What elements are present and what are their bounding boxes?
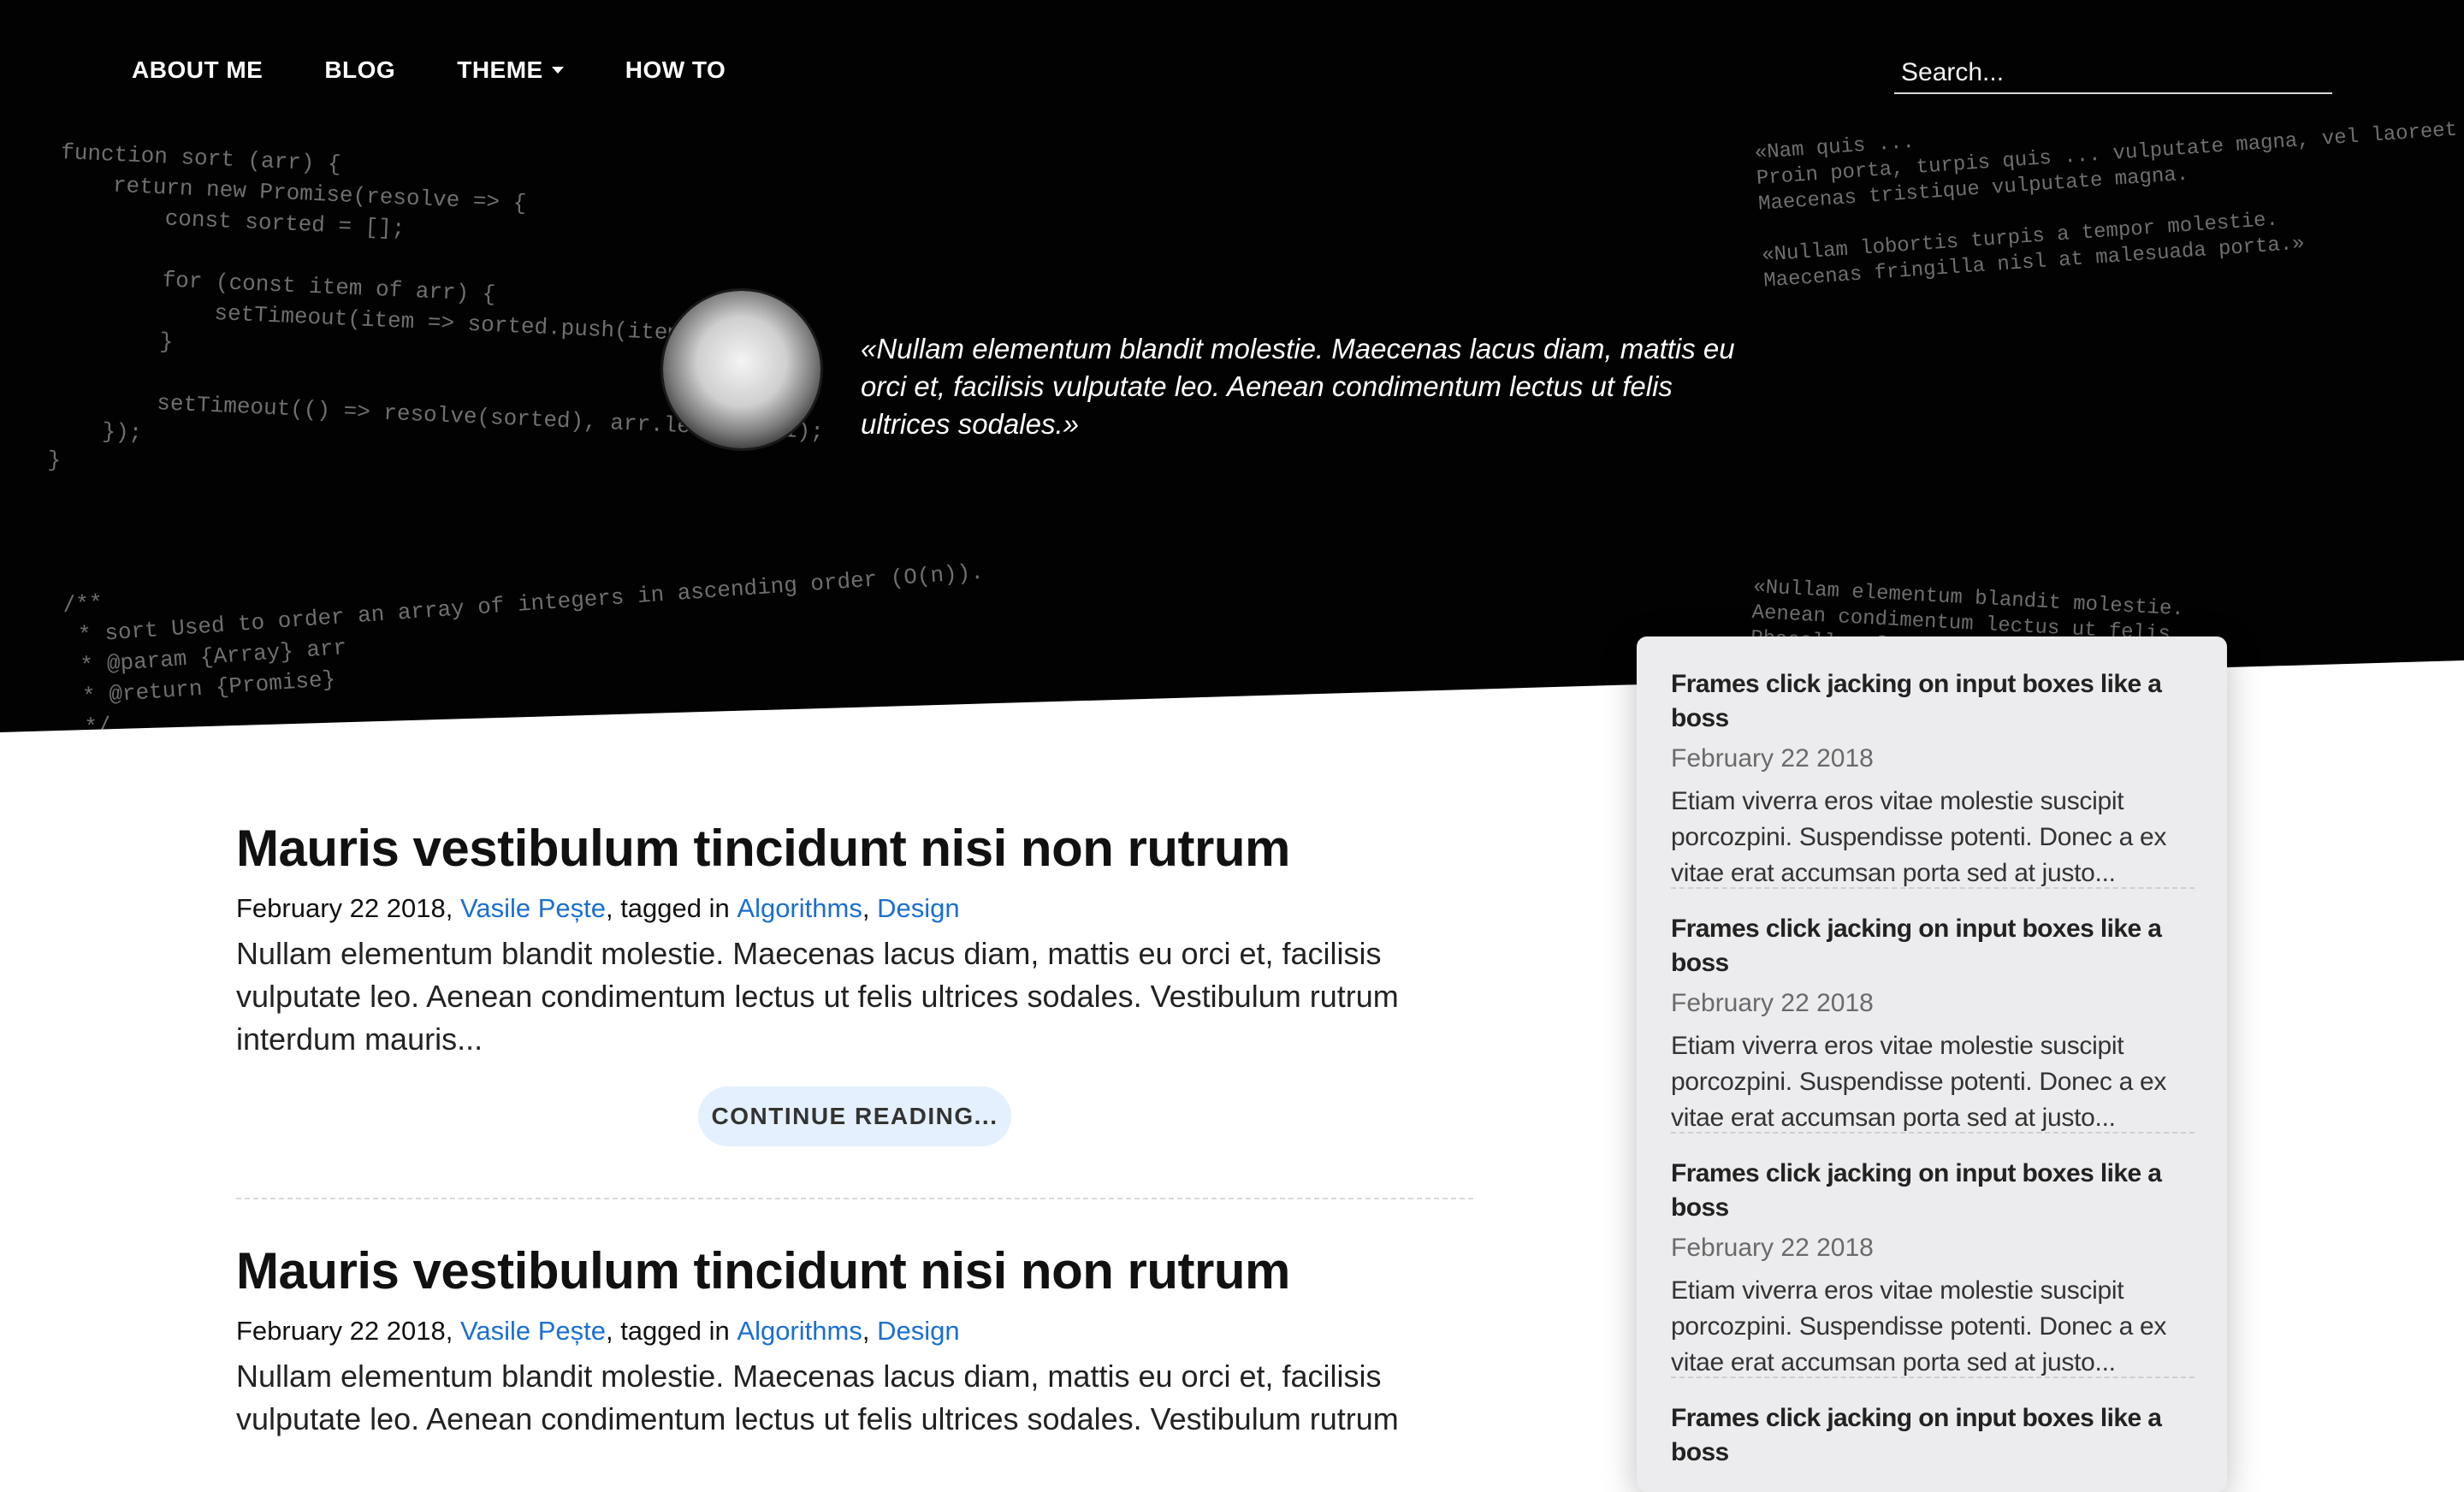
sidebar-post-item[interactable]: Frames click jacking on input boxes like… [1671, 667, 2194, 891]
author-avatar [663, 291, 820, 448]
tag-algorithms-link[interactable]: Algorithms [737, 893, 862, 923]
tag-separator: , [862, 1316, 870, 1346]
sidebar-post-date: February 22 2018 [1671, 744, 1874, 773]
sidebar-post-item[interactable]: Frames click jacking on input boxes like… [1671, 1401, 2194, 1470]
post-date: February 22 2018, [236, 1316, 453, 1346]
post-excerpt: Nullam elementum blandit molestie. Maece… [236, 1359, 1399, 1436]
caret-down-icon [551, 67, 564, 74]
hero-code-comment: /** * sort Used to order an array of int… [62, 559, 985, 742]
hero-typewriter-text: «Nam quis ... Proin porta, turpis quis .… [1754, 118, 2458, 293]
sidebar-post-excerpt: Etiam viverra eros vitae molestie suscip… [1671, 787, 2167, 887]
tag-design-link[interactable]: Design [877, 1316, 960, 1346]
tag-separator: , [862, 893, 870, 923]
post-meta: February 22 2018, Vasile Pește, tagged i… [236, 1314, 1473, 1348]
blog-post: Mauris vestibulum tincidunt nisi non rut… [236, 814, 1473, 1146]
sidebar-divider [1671, 1377, 2194, 1378]
post-tagged-label: , tagged in [605, 1316, 730, 1346]
tag-algorithms-link[interactable]: Algorithms [737, 1316, 862, 1346]
sidebar-post-title[interactable]: Frames click jacking on input boxes like… [1671, 912, 2194, 980]
search-input[interactable] [1894, 53, 2332, 94]
post-date: February 22 2018, [236, 893, 453, 923]
nav-about-me[interactable]: ABOUT ME [132, 56, 263, 84]
sidebar-post-date: February 22 2018 [1671, 989, 1874, 1017]
continue-reading-button[interactable]: CONTINUE READING... [698, 1086, 1011, 1146]
post-meta: February 22 2018, Vasile Pește, tagged i… [236, 891, 1473, 926]
post-title[interactable]: Mauris vestibulum tincidunt nisi non rut… [236, 814, 1473, 883]
sidebar-divider [1671, 887, 2194, 889]
sidebar-post-excerpt: Etiam viverra eros vitae molestie suscip… [1671, 1032, 2167, 1132]
post-author-link[interactable]: Vasile Pește [460, 893, 606, 923]
post-excerpt: Nullam elementum blandit molestie. Maece… [236, 936, 1399, 1057]
nav-theme-label: THEME [457, 56, 543, 83]
hero-banner: function sort (arr) { return new Promise… [0, 0, 2464, 732]
main-nav: ABOUT ME BLOG THEME HOW TO [132, 56, 787, 84]
blog-post: Mauris vestibulum tincidunt nisi non rut… [236, 1237, 1473, 1441]
sidebar-post-title[interactable]: Frames click jacking on input boxes like… [1671, 1401, 2194, 1470]
sidebar-post-title[interactable]: Frames click jacking on input boxes like… [1671, 1157, 2194, 1225]
sidebar-divider [1671, 1132, 2194, 1134]
sidebar-post-date: February 22 2018 [1671, 1234, 1874, 1262]
nav-how-to[interactable]: HOW TO [625, 56, 726, 84]
post-divider [236, 1198, 1473, 1199]
sidebar-post-item[interactable]: Frames click jacking on input boxes like… [1671, 912, 2194, 1136]
sidebar-post-title[interactable]: Frames click jacking on input boxes like… [1671, 667, 2194, 736]
post-tagged-label: , tagged in [605, 893, 730, 923]
sidebar-post-excerpt: Etiam viverra eros vitae molestie suscip… [1671, 1276, 2167, 1377]
post-author-link[interactable]: Vasile Pește [460, 1316, 606, 1346]
tag-design-link[interactable]: Design [877, 893, 960, 923]
nav-blog[interactable]: BLOG [324, 56, 395, 84]
sidebar-post-item[interactable]: Frames click jacking on input boxes like… [1671, 1157, 2194, 1381]
hero-quote: «Nullam elementum blandit molestie. Maec… [861, 333, 1735, 440]
nav-theme-dropdown[interactable]: THEME [457, 56, 564, 84]
post-title[interactable]: Mauris vestibulum tincidunt nisi non rut… [236, 1237, 1473, 1306]
recent-posts-sidebar: Frames click jacking on input boxes like… [1637, 636, 2227, 1492]
